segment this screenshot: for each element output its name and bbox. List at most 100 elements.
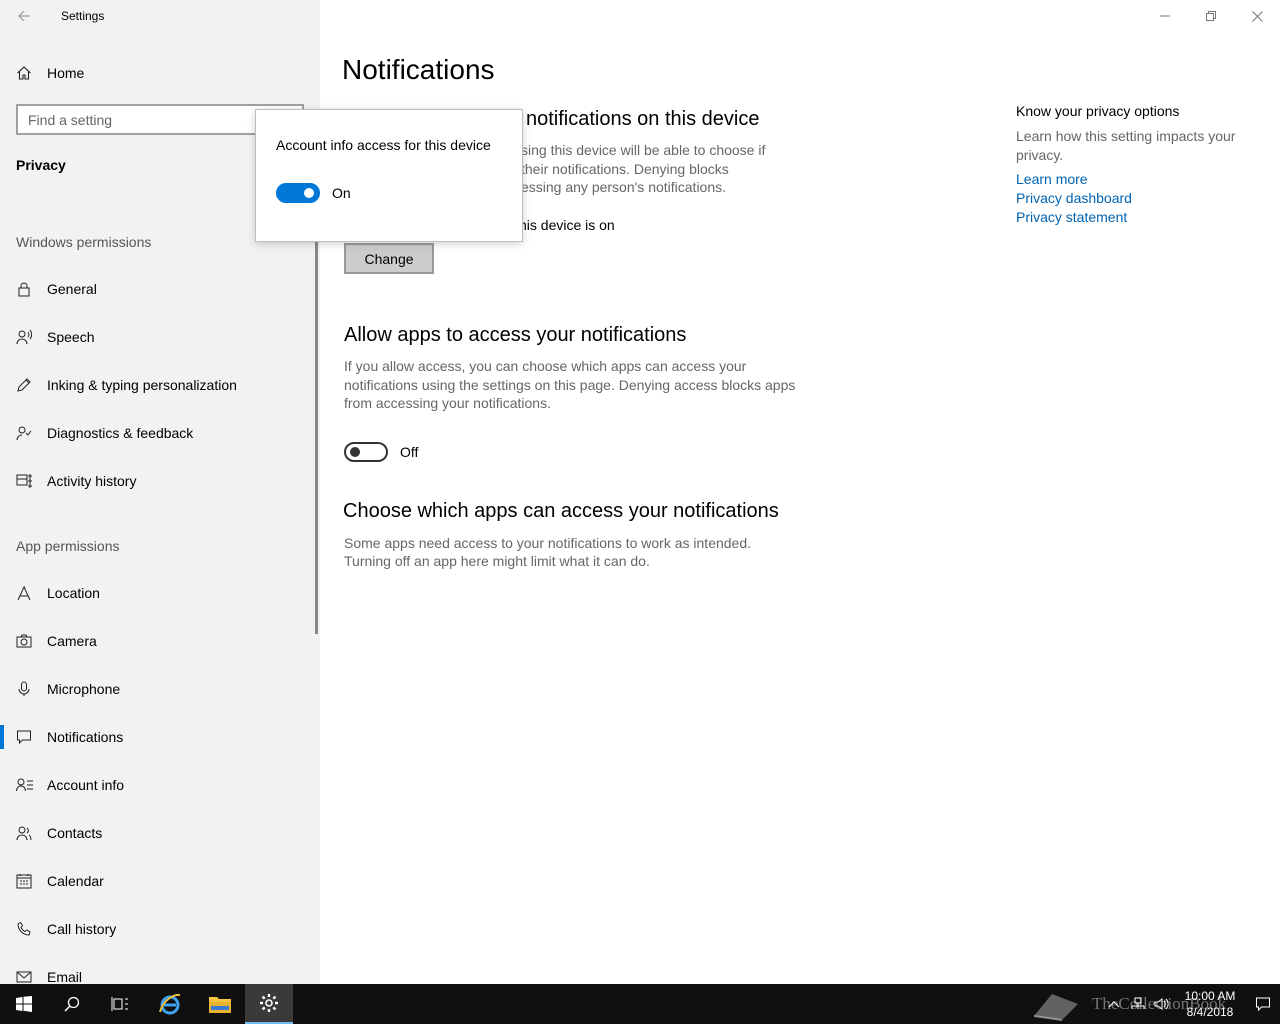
section1-desc-2: their notifications. Denying blocks: [521, 161, 729, 177]
pen-icon: [0, 377, 47, 393]
minimize-button[interactable]: [1142, 0, 1188, 32]
nav-item-label: Email: [47, 969, 83, 984]
toggle-knob: [350, 447, 360, 457]
nav-item-camera[interactable]: Camera: [0, 621, 320, 661]
volume-button[interactable]: [1150, 984, 1174, 1024]
privacy-options-panel: Know your privacy options Learn how this…: [1016, 103, 1256, 227]
file-explorer-button[interactable]: [196, 984, 244, 1024]
microphone-icon: [0, 681, 47, 697]
nav-item-label: Location: [47, 585, 100, 601]
nav-item-label: Call history: [47, 921, 117, 937]
camera-icon: [0, 633, 47, 649]
learn-more-link[interactable]: Learn more: [1016, 170, 1256, 189]
close-icon: [1251, 10, 1263, 22]
nav-item-label: Account info: [47, 777, 125, 793]
privacy-dashboard-link[interactable]: Privacy dashboard: [1016, 189, 1256, 208]
nav-item-label: Inking & typing personalization: [47, 377, 237, 393]
back-arrow-icon: [18, 10, 30, 22]
task-view-button[interactable]: [96, 984, 144, 1024]
section2-desc-2: notifications using the settings on this…: [344, 377, 796, 393]
nav-item-contacts[interactable]: Contacts: [0, 813, 320, 853]
nav-item-account-info[interactable]: Account info: [0, 765, 320, 805]
restore-icon: [1206, 11, 1216, 21]
popup-toggle-label: On: [332, 185, 351, 201]
search-icon: [64, 996, 80, 1012]
section2-desc-3: from accessing your notifications.: [344, 395, 551, 411]
speaker-icon: [1154, 998, 1169, 1010]
windows-logo-icon: [16, 996, 32, 1012]
nav-item-microphone[interactable]: Microphone: [0, 669, 320, 709]
privacy-options-desc: Learn how this setting impacts your priv…: [1016, 128, 1236, 163]
action-center-button[interactable]: [1246, 984, 1280, 1024]
nav-item-inking[interactable]: Inking & typing personalization: [0, 365, 320, 405]
speech-icon: [0, 329, 47, 345]
popup-toggle[interactable]: [276, 183, 320, 203]
restore-button[interactable]: [1188, 0, 1234, 32]
section-title: Privacy: [16, 157, 66, 173]
app-permissions-label: App permissions: [16, 538, 120, 554]
nav-item-label: Activity history: [47, 473, 137, 489]
system-tray: 10:00 AM 8/4/2018: [1102, 984, 1280, 1024]
app-title: Settings: [61, 9, 105, 23]
nav-item-label: Diagnostics & feedback: [47, 425, 194, 441]
nav-item-label: Microphone: [47, 681, 121, 697]
clock-date: 8/4/2018: [1186, 1005, 1234, 1019]
section2-desc-1: If you allow access, you can choose whic…: [344, 358, 747, 374]
tray-overflow-button[interactable]: [1102, 984, 1126, 1024]
page-title: Notifications: [342, 54, 495, 85]
nav-item-label: Speech: [47, 329, 95, 345]
network-icon: [1131, 997, 1145, 1009]
nav-home-label: Home: [47, 65, 85, 81]
email-icon: [0, 969, 47, 984]
window-controls: [1142, 0, 1280, 32]
back-button[interactable]: [10, 4, 38, 28]
nav-item-calendar[interactable]: Calendar: [0, 861, 320, 901]
lock-icon: [0, 281, 47, 297]
apps-access-toggle[interactable]: [344, 442, 388, 462]
section3-desc-1: Some apps need access to your notificati…: [344, 535, 752, 551]
settings-taskbar-button[interactable]: [245, 984, 293, 1024]
windows-permissions-label: Windows permissions: [16, 234, 152, 250]
start-button[interactable]: [0, 984, 48, 1024]
privacy-options-title: Know your privacy options: [1016, 103, 1180, 119]
chevron-up-icon: [1108, 1001, 1120, 1008]
location-icon: [0, 585, 47, 601]
change-button[interactable]: Change: [344, 243, 434, 274]
feedback-icon: [0, 425, 47, 441]
nav-item-label: Notifications: [47, 729, 124, 745]
network-button[interactable]: [1126, 984, 1150, 1024]
account-info-icon: [0, 777, 47, 793]
task-view-icon: [111, 997, 128, 1011]
clock[interactable]: 10:00 AM 8/4/2018: [1174, 988, 1246, 1020]
nav-item-speech[interactable]: Speech: [0, 317, 320, 357]
nav-item-call-history[interactable]: Call history: [0, 909, 320, 949]
section1-desc-1: sing this device will be able to choose …: [521, 142, 766, 158]
section1-status: his device is on: [519, 217, 615, 233]
nav-item-label: General: [47, 281, 97, 297]
apps-access-toggle-label: Off: [400, 444, 419, 460]
call-history-icon: [0, 921, 47, 937]
nav-home[interactable]: Home: [0, 53, 320, 93]
home-icon: [0, 65, 47, 81]
contacts-icon: [0, 825, 47, 841]
section2-heading: Allow apps to access your notifications: [344, 324, 687, 346]
minimize-icon: [1160, 15, 1170, 17]
nav-item-location[interactable]: Location: [0, 573, 320, 613]
nav-item-activity[interactable]: Activity history: [0, 461, 320, 501]
privacy-statement-link[interactable]: Privacy statement: [1016, 208, 1256, 227]
nav-item-label: Calendar: [47, 873, 104, 889]
internet-explorer-icon: [159, 993, 181, 1015]
search-taskbar-button[interactable]: [48, 984, 96, 1024]
section3-heading: Choose which apps can access your notifi…: [343, 500, 779, 522]
taskbar: TheCollectionBook 10:00 AM 8/4/2018: [0, 984, 1280, 1024]
internet-explorer-button[interactable]: [146, 984, 194, 1024]
calendar-icon: [0, 873, 47, 889]
nav-item-email[interactable]: Email: [0, 957, 320, 984]
nav-item-diagnostics[interactable]: Diagnostics & feedback: [0, 413, 320, 453]
nav-item-notifications[interactable]: Notifications: [0, 717, 320, 757]
nav-item-general[interactable]: General: [0, 269, 320, 309]
titlebar-left: Settings: [0, 0, 320, 32]
activity-icon: [0, 473, 47, 489]
section3-desc-2: Turning off an app here might limit what…: [344, 553, 650, 569]
close-button[interactable]: [1234, 0, 1280, 32]
